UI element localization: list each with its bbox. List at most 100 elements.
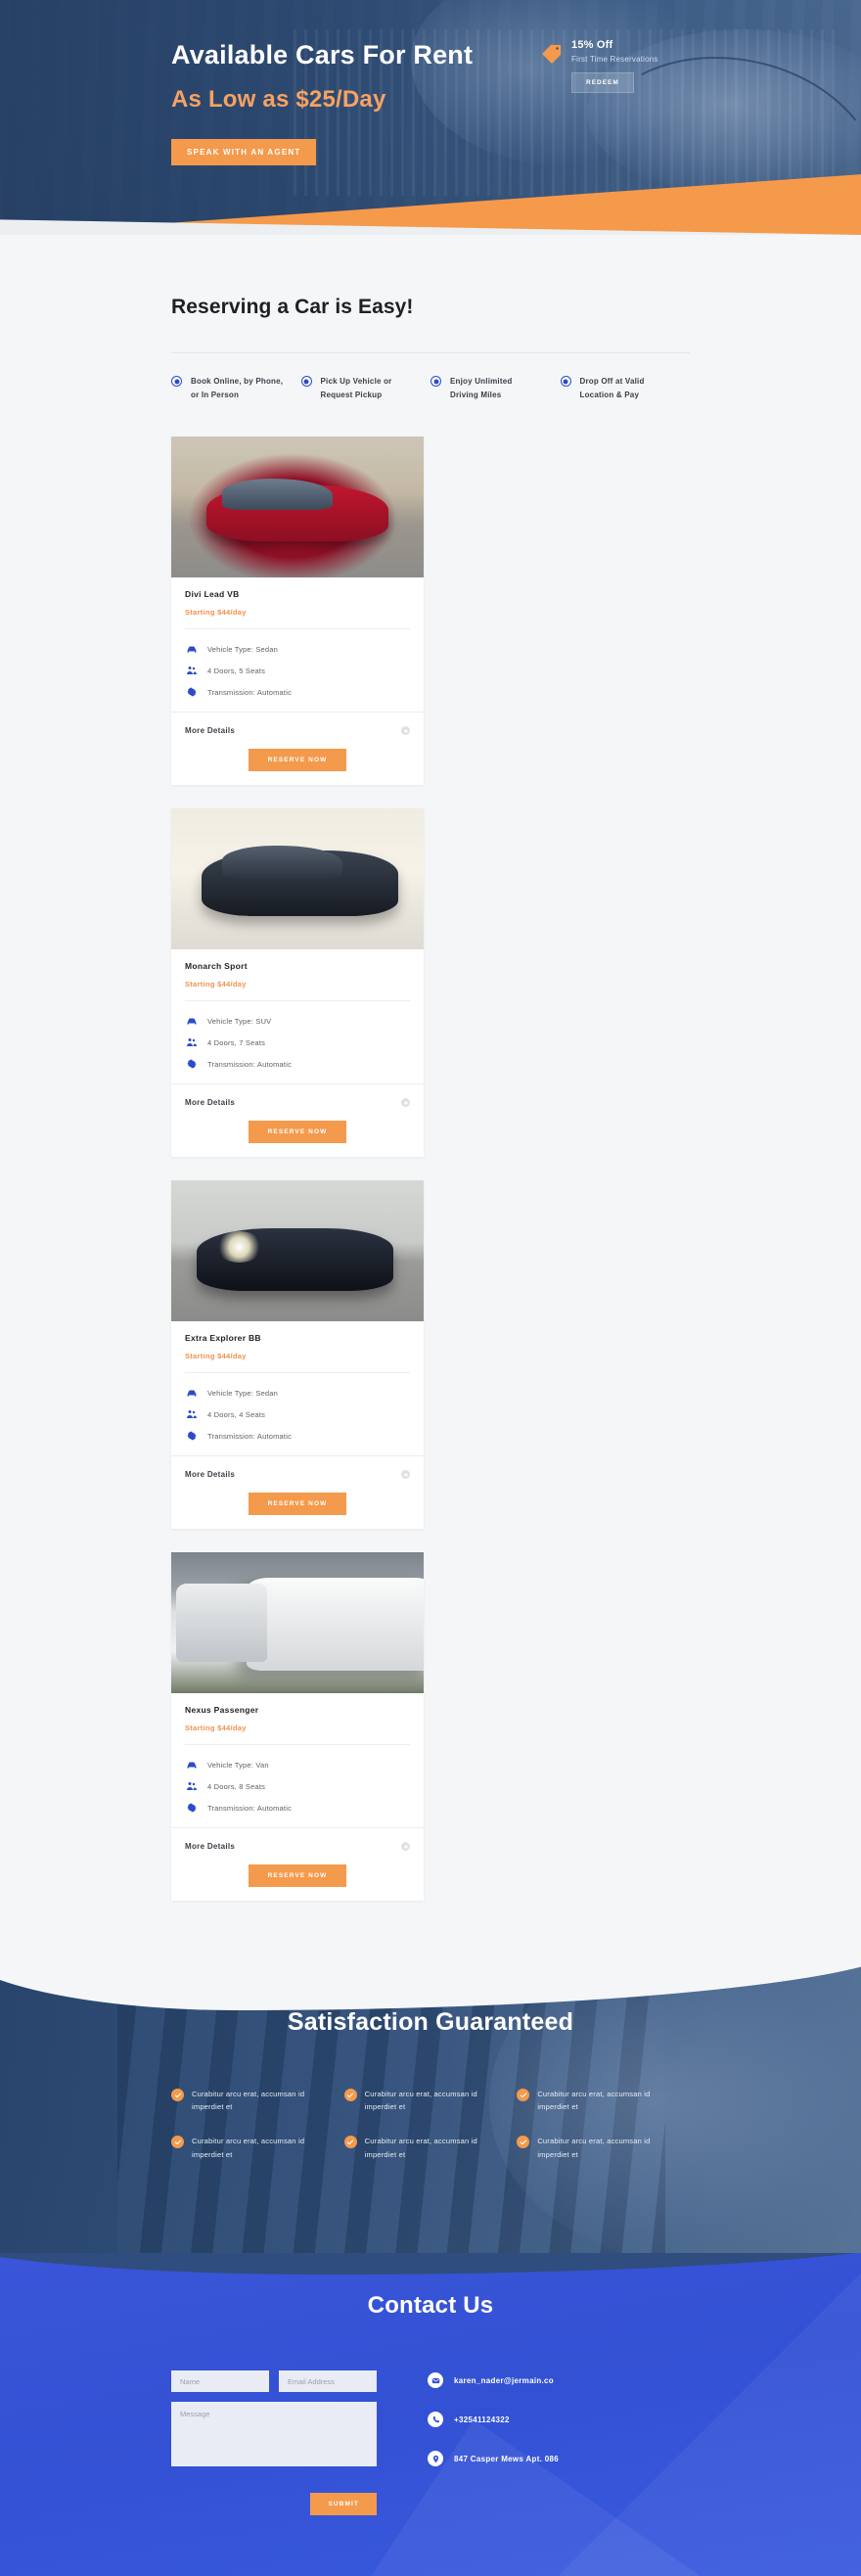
step-dot-icon	[560, 376, 571, 387]
car-name: Divi Lead VB	[185, 589, 240, 600]
message-textarea[interactable]	[171, 2402, 377, 2467]
spec-row: 4 Doors, 5 Seats	[185, 663, 410, 678]
contact-title: Contact Us	[367, 2292, 494, 2320]
contact-email-text: karen_nader@jermain.co	[454, 2375, 554, 2385]
car-card[interactable]: Extra Explorer BB Starting $44/day Vehic…	[171, 1180, 424, 1530]
benefit-text: Curabitur arcu erat, accumsan id imperdi…	[364, 2090, 477, 2112]
car-icon	[185, 1015, 198, 1028]
reserve-now-button[interactable]: RESERVE NOW	[248, 1493, 347, 1516]
car-card[interactable]: Monarch Sport Starting $44/day Vehicle T…	[171, 808, 424, 1158]
benefit-item: Curabitur arcu erat, accumsan id imperdi…	[343, 2135, 518, 2160]
satisfaction-content: Satisfaction Guaranteed Curabitur arcu e…	[0, 1959, 861, 2183]
contact-phone-text: +32541124322	[454, 2415, 510, 2424]
name-input[interactable]	[171, 2370, 269, 2393]
submit-button[interactable]: SUBMIT	[310, 2493, 377, 2516]
redeem-button[interactable]: REDEEM	[571, 72, 634, 93]
car-photo	[171, 1552, 424, 1694]
main-content: Reserving a Car is Easy! Book Online, by…	[0, 296, 861, 1902]
contact-address-text: 847 Casper Mews Apt. 086	[454, 2454, 559, 2463]
reserve-now-button[interactable]: RESERVE NOW	[248, 1864, 347, 1888]
benefit-item: Curabitur arcu erat, accumsan id imperdi…	[517, 2135, 690, 2160]
promo-text-block: 15% Off First Time Reservations REDEEM	[571, 39, 658, 93]
hero-subtitle: As Low as $25/Day	[171, 85, 386, 113]
expand-toggle-icon[interactable]	[401, 1842, 410, 1852]
more-details-label: More Details	[185, 1842, 236, 1852]
steps-list: Book Online, by Phone, or In Person Pick…	[171, 352, 690, 401]
benefit-item: Curabitur arcu erat, accumsan id imperdi…	[171, 2088, 344, 2113]
contact-content: Contact Us SUBMIT	[0, 2253, 861, 2516]
car-photo	[171, 1180, 424, 1322]
promo-headline: 15% Off	[571, 39, 613, 51]
expand-toggle-icon[interactable]	[401, 1098, 410, 1108]
more-details-row[interactable]: More Details	[171, 712, 424, 749]
spec-row: Transmission: Automatic	[185, 1056, 410, 1072]
more-details-label: More Details	[185, 1470, 236, 1480]
spec-text: 4 Doors, 8 Seats	[207, 1781, 266, 1791]
email-input[interactable]	[279, 2370, 377, 2393]
car-name: Monarch Sport	[185, 961, 248, 972]
card-footer: RESERVE NOW	[171, 749, 424, 785]
seats-icon	[185, 665, 198, 677]
promo-badge: 15% Off First Time Reservations REDEEM	[541, 39, 658, 93]
email-icon	[428, 2372, 443, 2389]
spec-row: Transmission: Automatic	[185, 684, 410, 700]
card-footer: RESERVE NOW	[171, 1121, 424, 1157]
car-icon	[185, 1759, 198, 1771]
seats-icon	[185, 1780, 198, 1793]
more-details-row[interactable]: More Details	[171, 1455, 424, 1493]
speak-with-agent-button[interactable]: SPEAK WITH AN AGENT	[171, 138, 317, 165]
benefit-text: Curabitur arcu erat, accumsan id imperdi…	[192, 2137, 305, 2159]
card-footer: RESERVE NOW	[171, 1864, 424, 1901]
expand-toggle-icon[interactable]	[401, 726, 410, 736]
seats-icon	[185, 1408, 198, 1421]
contact-detail-address[interactable]: 847 Casper Mews Apt. 086	[428, 2451, 559, 2467]
contact-section: Contact Us SUBMIT	[0, 2253, 861, 2576]
benefit-item: Curabitur arcu erat, accumsan id imperdi…	[343, 2088, 518, 2113]
form-first-line	[171, 2370, 377, 2393]
car-spec-list: Vehicle Type: Sedan 4 Doors, 5 Seats Tra…	[171, 629, 424, 712]
expand-toggle-icon[interactable]	[401, 1470, 410, 1480]
spec-text: Vehicle Type: Sedan	[207, 1388, 279, 1398]
gear-icon	[185, 1430, 198, 1443]
benefit-item: Curabitur arcu erat, accumsan id imperdi…	[171, 2135, 344, 2160]
more-details-row[interactable]: More Details	[171, 1827, 424, 1864]
contact-row: SUBMIT karen_nader@jermain.co +	[171, 2370, 690, 2516]
satisfaction-section: Satisfaction Guaranteed Curabitur arcu e…	[0, 1959, 861, 2254]
car-price: Starting $44/day	[185, 1352, 247, 1361]
more-details-row[interactable]: More Details	[171, 1083, 424, 1121]
seats-icon	[185, 1036, 198, 1049]
spec-text: Transmission: Automatic	[207, 687, 293, 697]
step-dot-icon	[300, 376, 312, 387]
car-name: Nexus Passenger	[185, 1705, 259, 1716]
check-icon	[171, 2136, 184, 2149]
step-item-1[interactable]: Book Online, by Phone, or In Person	[171, 375, 301, 401]
car-photo	[171, 437, 424, 578]
step-item-4[interactable]: Drop Off at Valid Location & Pay	[560, 375, 691, 401]
car-card[interactable]: Nexus Passenger Starting $44/day Vehicle…	[171, 1552, 424, 1902]
car-price: Starting $44/day	[185, 980, 247, 989]
step-item-2[interactable]: Pick Up Vehicle or Request Pickup	[300, 375, 431, 401]
car-photo	[171, 808, 424, 950]
spec-row: 4 Doors, 7 Seats	[185, 1035, 410, 1050]
more-details-label: More Details	[185, 1098, 236, 1108]
hero-title: Available Cars For Rent	[171, 40, 474, 69]
car-card-body: Nexus Passenger Starting $44/day	[171, 1693, 424, 1746]
contact-form: SUBMIT	[171, 2370, 377, 2516]
car-icon	[185, 1387, 198, 1400]
step-item-3[interactable]: Enjoy Unlimited Driving Miles	[430, 375, 561, 401]
spec-row: Transmission: Automatic	[185, 1800, 410, 1816]
contact-detail-phone[interactable]: +32541124322	[428, 2412, 559, 2428]
reserve-now-button[interactable]: RESERVE NOW	[248, 1121, 347, 1144]
check-icon	[171, 2089, 184, 2102]
benefit-text: Curabitur arcu erat, accumsan id imperdi…	[192, 2090, 305, 2112]
price-tag-icon	[541, 43, 563, 69]
benefit-text: Curabitur arcu erat, accumsan id imperdi…	[364, 2137, 477, 2159]
gear-icon	[185, 686, 198, 699]
car-name: Extra Explorer BB	[185, 1333, 261, 1344]
benefit-item: Curabitur arcu erat, accumsan id imperdi…	[517, 2088, 690, 2113]
submit-row: SUBMIT	[171, 2493, 377, 2516]
contact-detail-email[interactable]: karen_nader@jermain.co	[428, 2372, 559, 2389]
reserve-now-button[interactable]: RESERVE NOW	[248, 749, 347, 772]
car-card[interactable]: Divi Lead VB Starting $44/day Vehicle Ty…	[171, 437, 424, 786]
contact-details-list: karen_nader@jermain.co +32541124322 847 …	[428, 2370, 559, 2515]
